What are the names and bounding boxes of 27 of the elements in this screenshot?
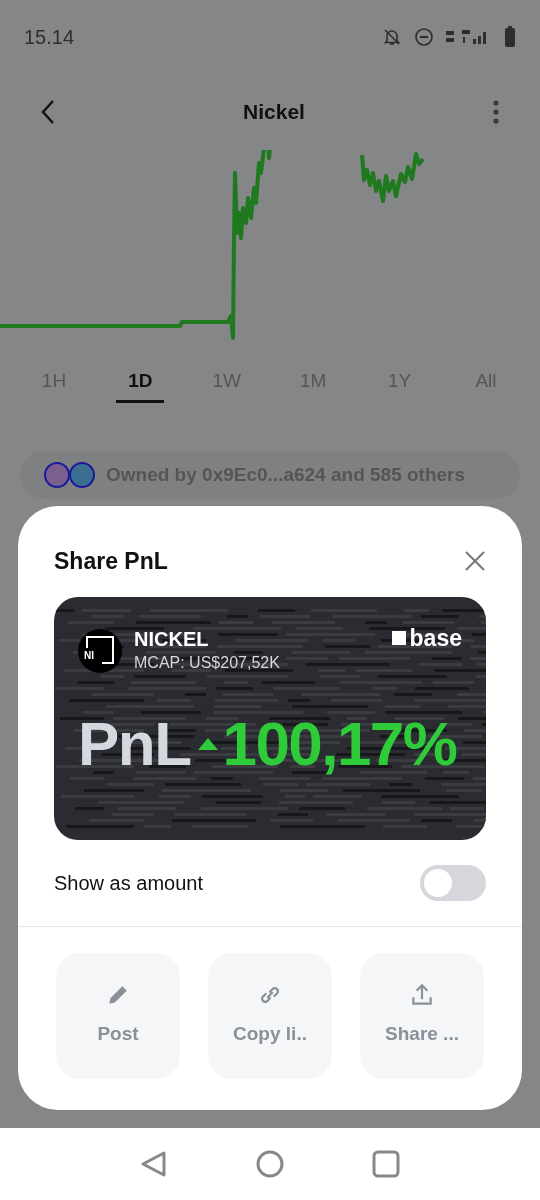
token-name: NICKEL: [134, 626, 210, 651]
more-icon[interactable]: [492, 99, 500, 125]
range-tab[interactable]: 1D: [116, 365, 165, 403]
up-triangle-icon: [198, 737, 219, 750]
nav-recents-icon[interactable]: [371, 1149, 401, 1179]
toggle-label: Show as amount: [54, 870, 203, 896]
nav-home-icon[interactable]: [255, 1149, 285, 1179]
status-time: 15.14: [24, 25, 75, 50]
sheet-title: Share PnL: [54, 547, 168, 576]
base-logo-icon: [391, 630, 406, 645]
action-button[interactable]: Share ...: [360, 952, 484, 1079]
token-logo: NI: [78, 628, 122, 673]
back-icon[interactable]: [40, 99, 56, 125]
battery-icon: [504, 26, 516, 48]
action-button[interactable]: Copy li..: [208, 952, 332, 1079]
do-not-disturb-icon: [414, 27, 434, 47]
pnl-label: PnL: [78, 712, 191, 775]
action-button[interactable]: Post: [56, 952, 180, 1079]
market-cap: MCAP: US$207,52K: [134, 652, 280, 673]
pnl-value: 100,17%: [222, 712, 457, 775]
nav-back-icon[interactable]: [139, 1149, 169, 1179]
page-title: Nickel: [243, 99, 305, 126]
network-name: base: [409, 623, 462, 653]
toggle-switch[interactable]: [420, 864, 486, 901]
owner-avatars-icon: [44, 461, 98, 489]
close-icon[interactable]: [464, 550, 486, 573]
bell-off-icon: [382, 27, 402, 47]
